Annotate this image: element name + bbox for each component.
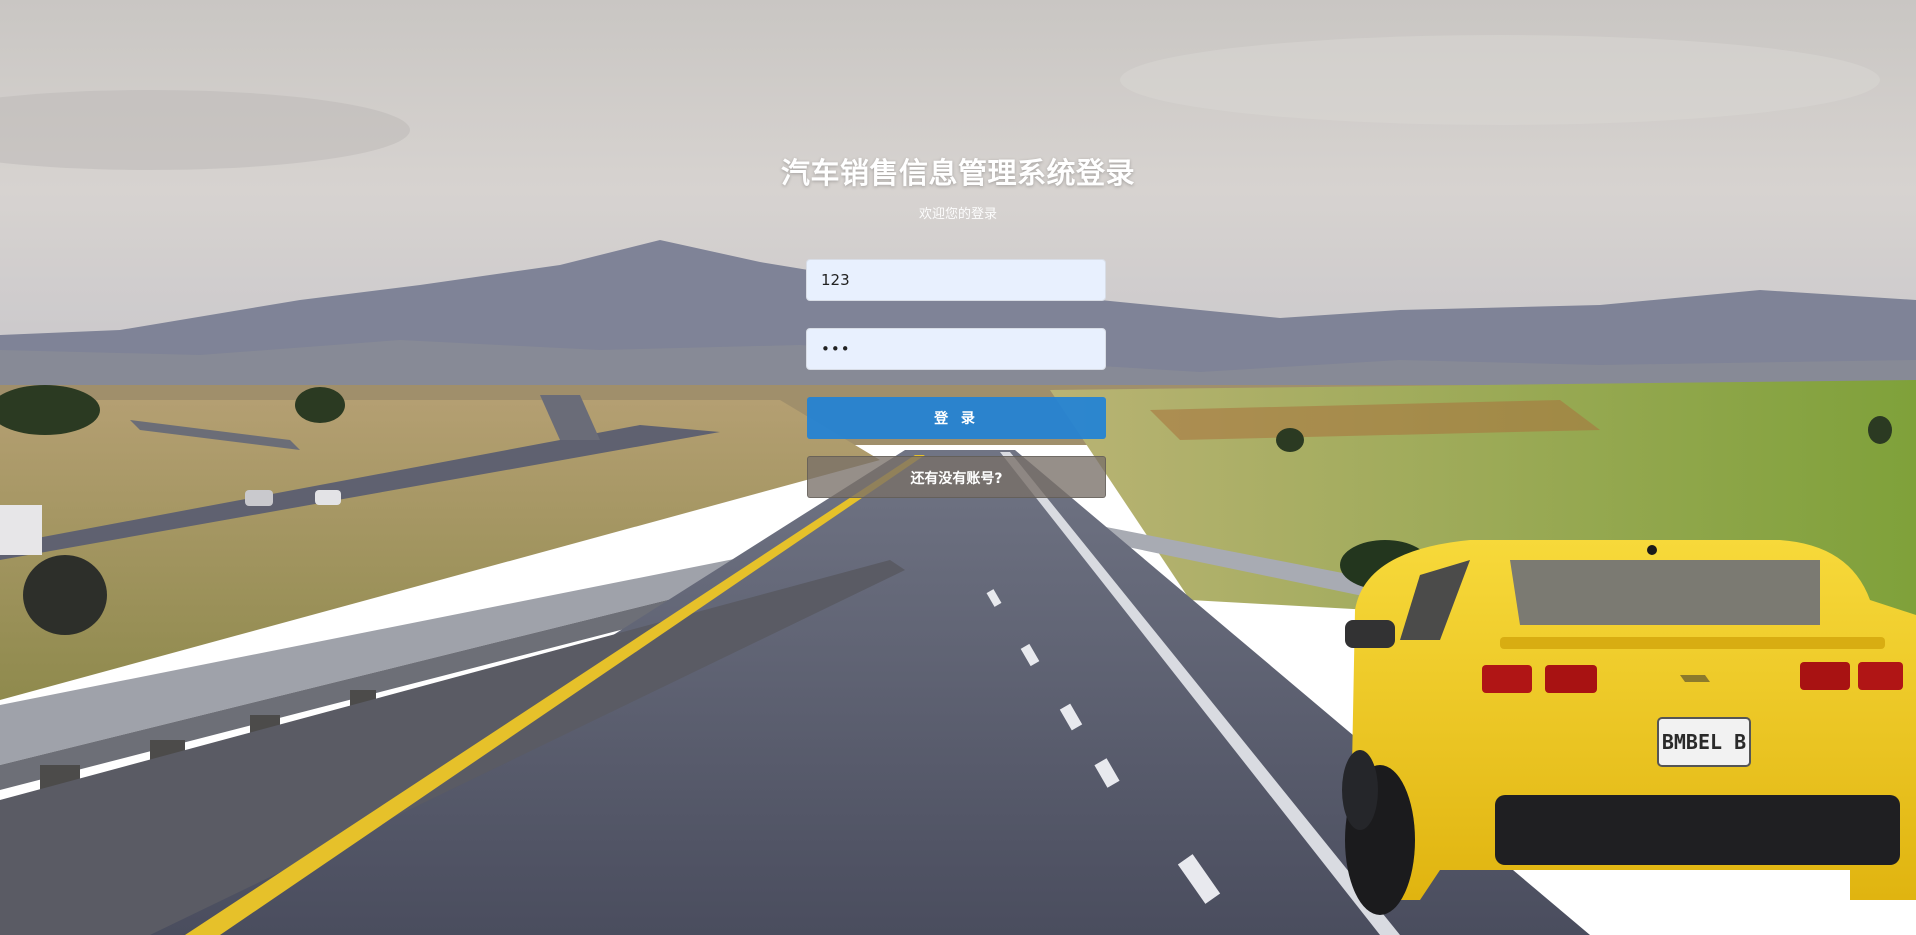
login-button[interactable]: 登 录 [807,397,1106,439]
password-input[interactable] [806,328,1106,370]
page-subtitle: 欢迎您的登录 [918,207,997,222]
page-title: 汽车销售信息管理系统登录 [780,156,1135,190]
register-link-button[interactable]: 还有没有账号? [807,456,1106,498]
username-input[interactable] [806,259,1106,301]
login-page: BMBEL B 汽车销售信息管理系统登录 欢迎您的登录 登 录 还有没有账号? [0,0,1916,935]
login-panel: 汽车销售信息管理系统登录 欢迎您的登录 登 录 还有没有账号? [0,0,1916,935]
